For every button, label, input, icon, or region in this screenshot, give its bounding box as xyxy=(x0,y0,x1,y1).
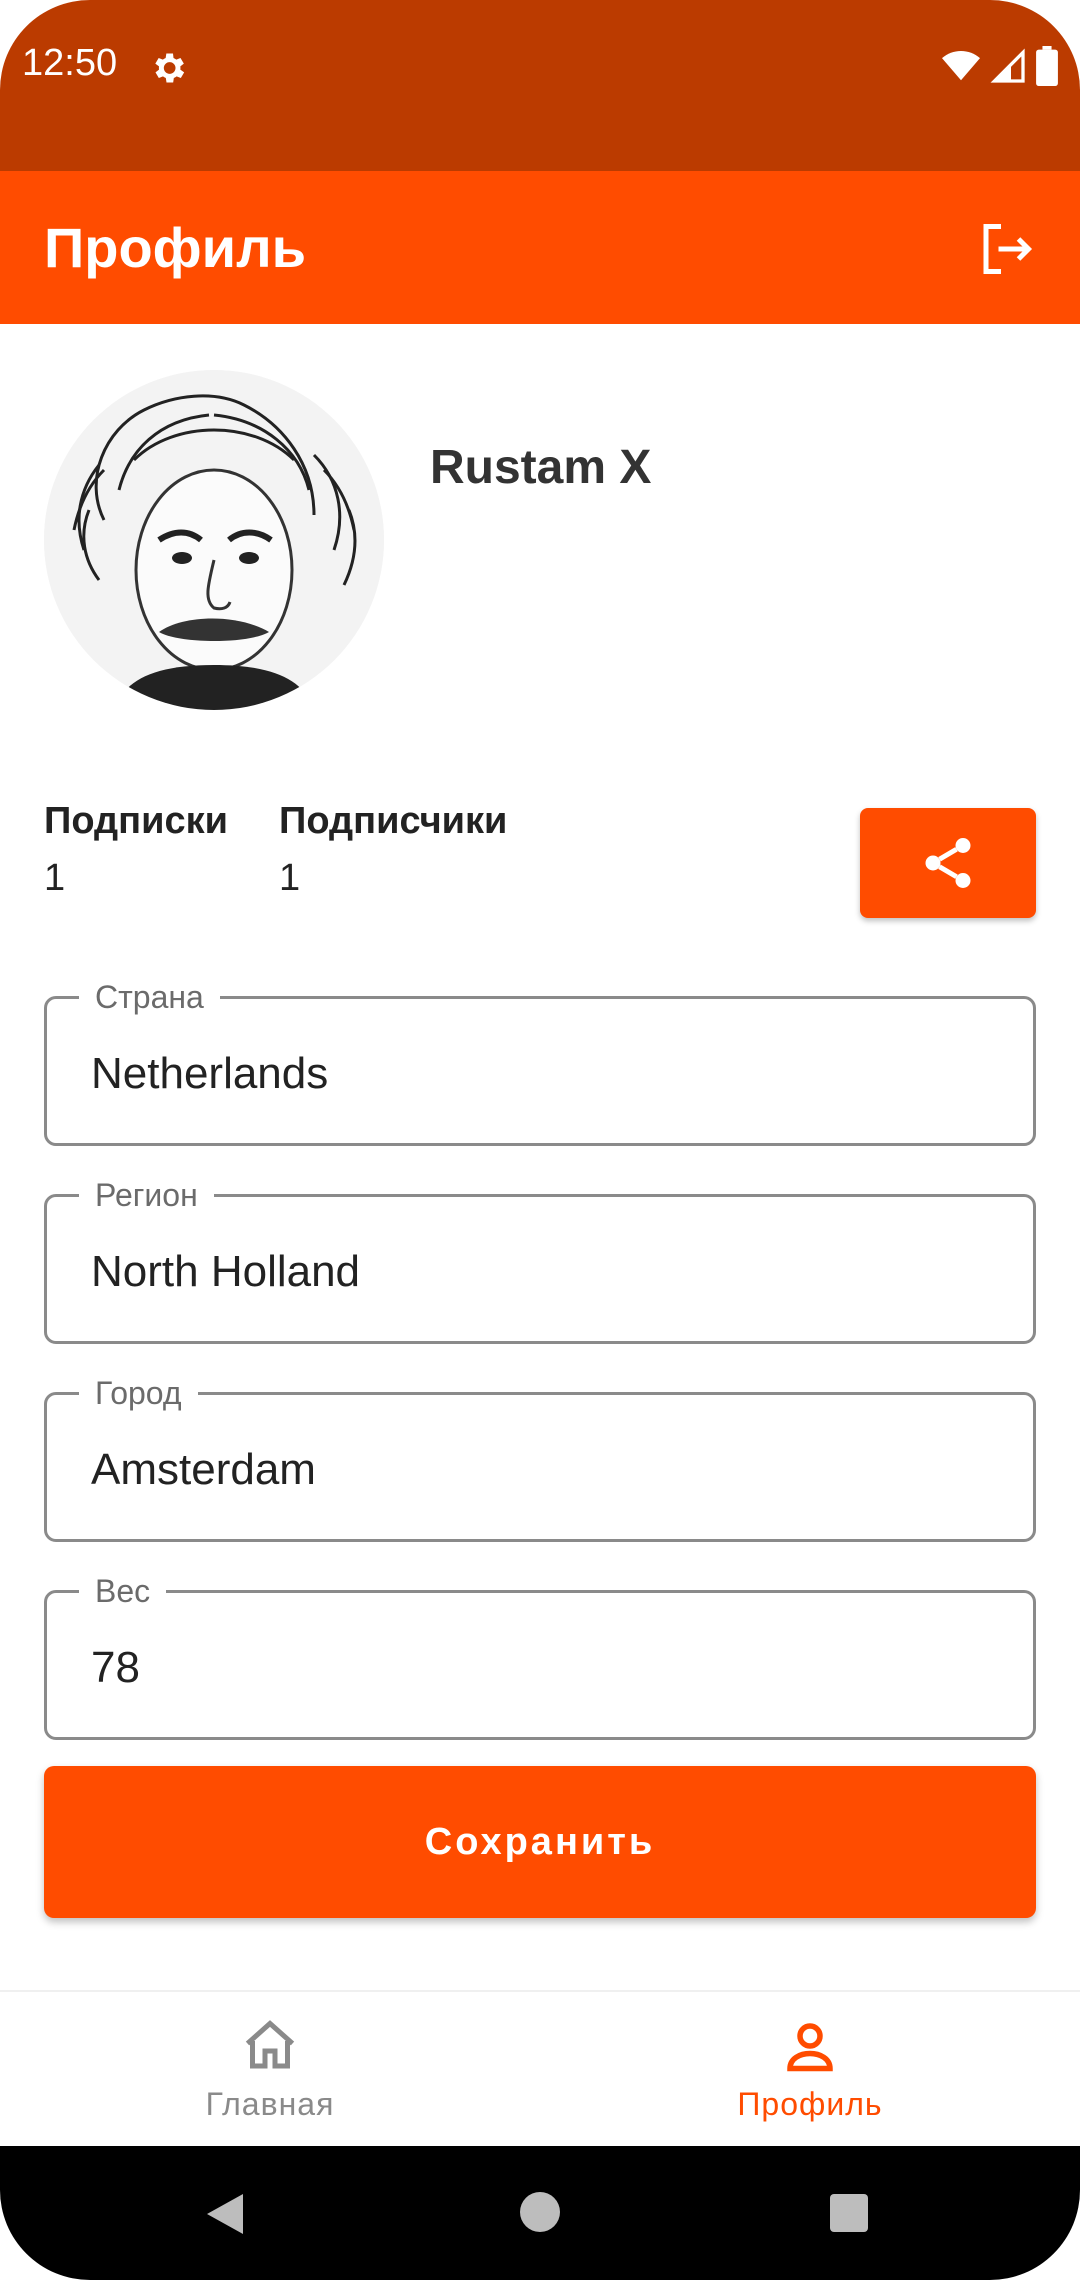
status-time: 12:50 xyxy=(22,42,118,84)
user-name: Rustam X xyxy=(430,441,652,494)
back-icon[interactable] xyxy=(203,2190,247,2238)
recents-icon[interactable] xyxy=(828,2192,870,2234)
nav-item-profile[interactable]: Профиль xyxy=(540,1992,1080,2148)
subscribers-label: Подписчики xyxy=(279,800,508,842)
nav-item-home[interactable]: Главная xyxy=(0,1992,540,2148)
subscriptions-stat[interactable]: Подписки 1 xyxy=(44,800,228,900)
weight-value[interactable]: 78 xyxy=(91,1643,140,1693)
country-label: Страна xyxy=(79,979,220,1016)
status-bar: 12:50 xyxy=(0,0,1080,171)
battery-icon xyxy=(1036,46,1058,86)
subscribers-stat[interactable]: Подписчики 1 xyxy=(279,800,507,900)
city-label: Город xyxy=(79,1375,198,1412)
system-nav-bar xyxy=(0,2146,1080,2280)
country-field[interactable]: Страна Netherlands xyxy=(44,979,1036,1146)
avatar xyxy=(44,370,384,710)
person-icon xyxy=(787,2023,833,2072)
save-button[interactable]: Сохранить xyxy=(44,1766,1036,1918)
logout-icon[interactable] xyxy=(976,219,1036,279)
subscribers-value: 1 xyxy=(279,857,301,899)
bottom-nav: Главная Профиль xyxy=(0,1990,1080,2148)
region-value[interactable]: North Holland xyxy=(91,1247,360,1297)
status-icons xyxy=(942,46,1058,86)
gear-icon xyxy=(155,53,185,83)
region-label: Регион xyxy=(79,1177,214,1214)
country-value[interactable]: Netherlands xyxy=(91,1049,328,1099)
share-button[interactable] xyxy=(860,808,1036,918)
subscriptions-value: 1 xyxy=(44,857,66,899)
city-value[interactable]: Amsterdam xyxy=(91,1445,316,1495)
home-icon xyxy=(245,2020,295,2069)
weight-label: Вес xyxy=(79,1573,167,1610)
nav-label-profile: Профиль xyxy=(737,2086,883,2122)
home-circle-icon[interactable] xyxy=(518,2190,562,2234)
share-icon xyxy=(925,838,971,888)
wifi-icon xyxy=(942,50,980,81)
weight-field[interactable]: Вес 78 xyxy=(44,1573,1036,1740)
avatar-portrait-icon xyxy=(44,370,384,710)
page-title: Профиль xyxy=(44,216,307,279)
subscriptions-label: Подписки xyxy=(44,800,228,842)
signal-icon xyxy=(990,48,1025,83)
nav-label-home: Главная xyxy=(205,2086,335,2122)
region-field[interactable]: Регион North Holland xyxy=(44,1177,1036,1344)
phone-screen: 12:50 Профиль Rustam X Подписки 1 Подпис… xyxy=(0,0,1080,2280)
app-bar: Профиль xyxy=(0,171,1080,324)
city-field[interactable]: Город Amsterdam xyxy=(44,1375,1036,1542)
